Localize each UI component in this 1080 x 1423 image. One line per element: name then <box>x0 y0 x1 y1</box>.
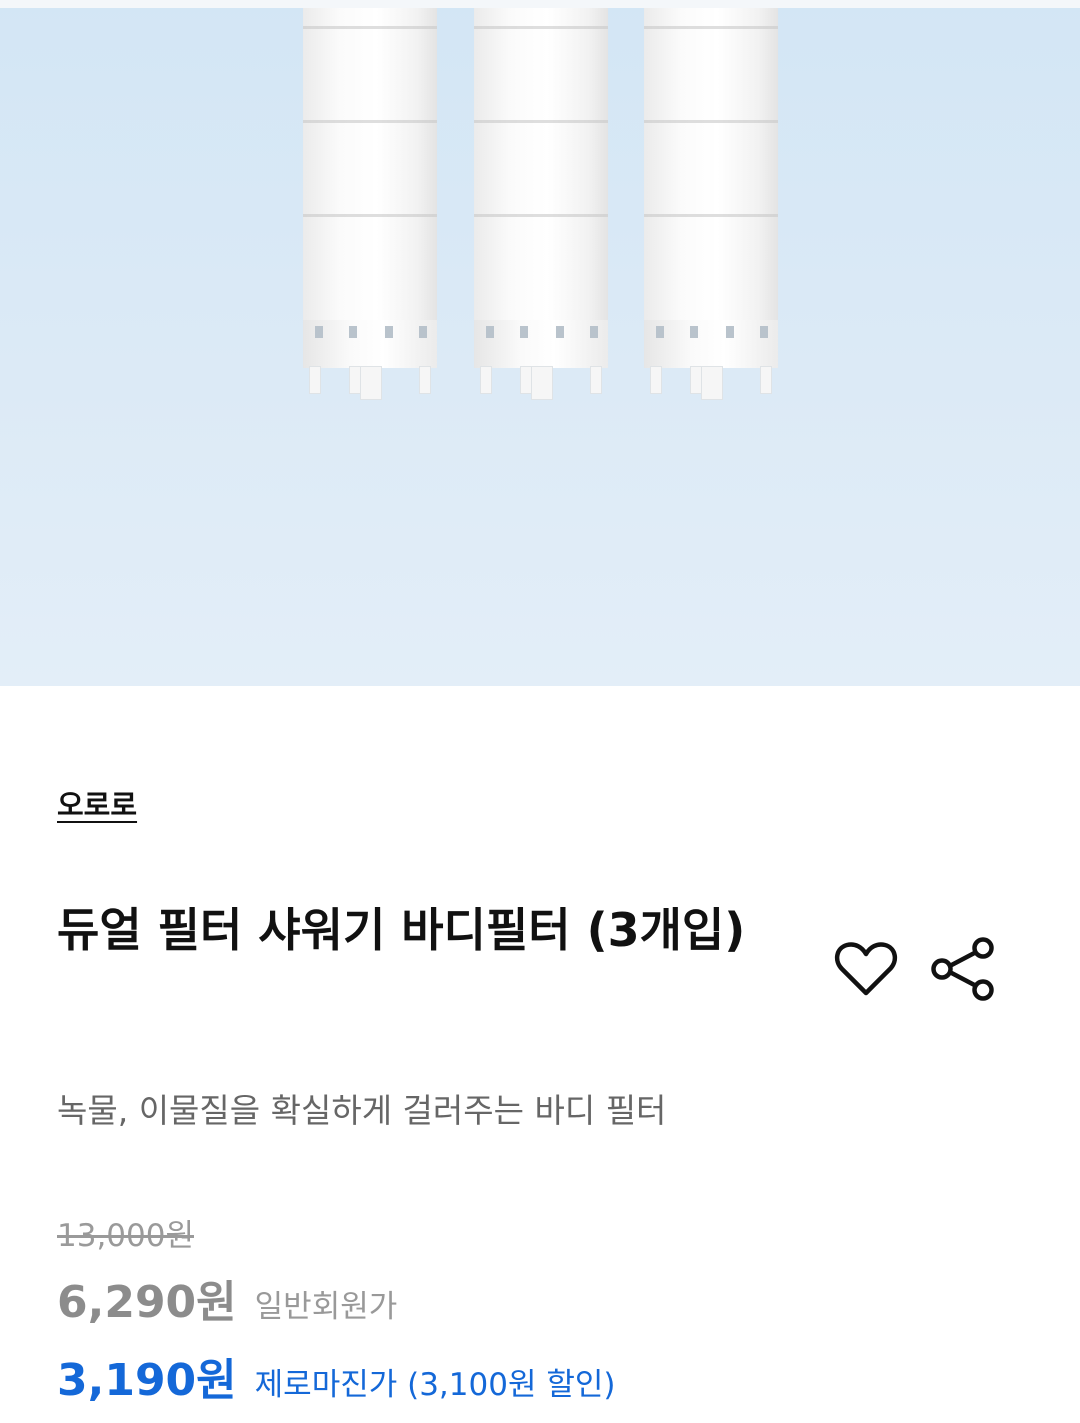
filter-cartridge <box>644 8 778 400</box>
share-button[interactable] <box>928 935 996 1003</box>
product-image <box>0 0 1080 686</box>
image-top-edge <box>0 0 1080 8</box>
product-description: 녹물, 이물질을 확실하게 걸러주는 바디 필터 <box>57 1091 667 1130</box>
product-title: 듀얼 필터 샤워기 바디필터 (3개입) <box>57 903 746 957</box>
member-price: 6,290원 <box>57 1277 237 1328</box>
member-price-label: 일반회원가 <box>254 1289 398 1325</box>
zero-margin-label: 제로마진가 (3,100원 할인) <box>254 1367 616 1403</box>
filter-cartridge <box>474 8 608 400</box>
wishlist-button[interactable] <box>832 935 900 1003</box>
original-price: 13,000원 <box>57 1218 194 1254</box>
heart-outline-icon <box>834 942 898 996</box>
zero-margin-price: 3,190원 <box>57 1355 237 1406</box>
brand-link[interactable]: 오로로 <box>57 782 137 824</box>
member-price-row: 6,290원 일반회원가 <box>57 1266 397 1330</box>
filter-cartridge <box>303 8 437 400</box>
zero-margin-price-row: 3,190원 제로마진가 (3,100원 할인) <box>57 1344 615 1408</box>
share-icon <box>931 937 994 1001</box>
